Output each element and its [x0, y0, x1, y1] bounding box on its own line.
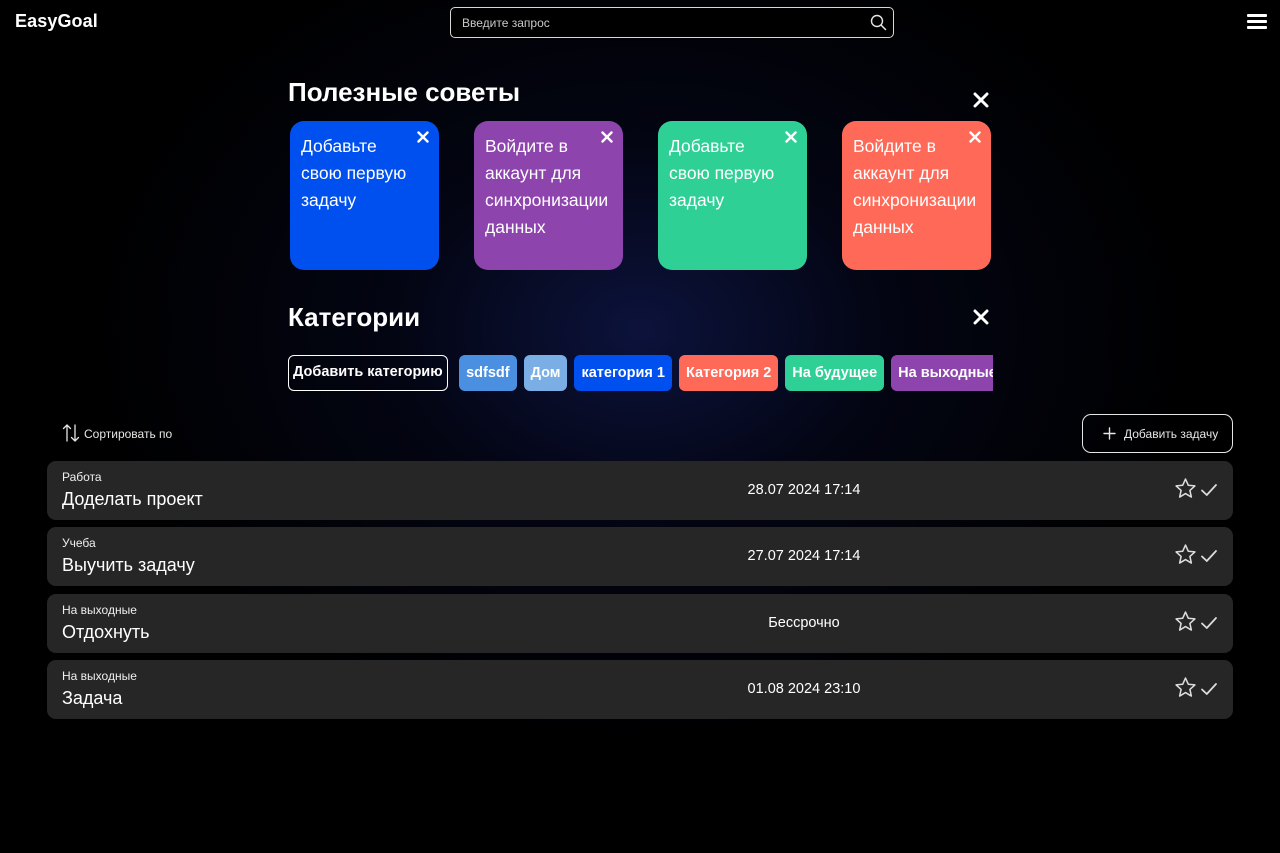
- task-row[interactable]: На выходные Задача 01.08 2024 23:10: [47, 660, 1233, 719]
- search-box[interactable]: [450, 7, 894, 38]
- category-chip[interactable]: sdfsdf: [459, 355, 517, 391]
- task-category: На выходные: [62, 669, 137, 683]
- star-icon[interactable]: [1174, 543, 1197, 566]
- app-logo[interactable]: EasyGoal: [15, 11, 98, 32]
- tip-card-text: Войдите в аккаунт для синхронизации данн…: [485, 136, 609, 237]
- tips-title: Полезные советы: [288, 77, 521, 107]
- task-title: Отдохнуть: [62, 622, 150, 642]
- tip-card-text: Добавьте свою первую задачу: [301, 136, 407, 210]
- task-category: На выходные: [62, 603, 137, 617]
- add-task-label: Добавить задачу: [1124, 427, 1219, 441]
- checkmark-icon[interactable]: [1200, 681, 1218, 697]
- close-icon[interactable]: [973, 92, 989, 108]
- task-date: Бессрочно: [768, 615, 840, 631]
- task-row[interactable]: Учеба Выучить задачу 27.07 2024 17:14: [47, 527, 1233, 586]
- tip-card[interactable]: Добавьте свою первую задачу: [658, 121, 807, 270]
- tip-card-text: Добавьте свою первую задачу: [669, 136, 775, 210]
- close-icon[interactable]: [969, 131, 981, 143]
- top-bar: EasyGoal: [0, 0, 1280, 44]
- plus-icon: [1103, 427, 1116, 440]
- categories-title: Категории: [288, 302, 421, 332]
- add-category-button[interactable]: Добавить категорию: [288, 355, 448, 391]
- checkmark-icon[interactable]: [1200, 548, 1218, 564]
- task-date: 27.07 2024 17:14: [747, 548, 861, 564]
- star-icon[interactable]: [1174, 477, 1197, 500]
- task-title: Выучить задачу: [62, 555, 195, 575]
- category-chips: Добавить категорию sdfsdf Дом категория 1К…: [288, 355, 993, 392]
- task-row[interactable]: Работа Доделать проект 28.07 2024 17:14: [47, 461, 1233, 520]
- tip-card-text: Войдите в аккаунт для синхронизации данн…: [853, 136, 977, 237]
- category-chip[interactable]: Категория 2: [679, 355, 779, 391]
- hamburger-menu-icon[interactable]: [1247, 14, 1267, 30]
- task-category: Работа: [62, 470, 102, 484]
- category-chip[interactable]: категория 1: [574, 355, 672, 391]
- sort-label: Сортировать по: [84, 427, 173, 441]
- search-icon[interactable]: [870, 14, 887, 31]
- category-chip[interactable]: На выходные: [891, 355, 993, 391]
- sort-arrows-icon: [62, 424, 80, 442]
- star-icon[interactable]: [1174, 676, 1197, 699]
- close-icon[interactable]: [601, 131, 613, 143]
- task-category: Учеба: [62, 536, 96, 550]
- tip-card[interactable]: Войдите в аккаунт для синхронизации данн…: [474, 121, 623, 270]
- close-icon[interactable]: [785, 131, 797, 143]
- task-row[interactable]: На выходные Отдохнуть Бессрочно: [47, 594, 1233, 653]
- category-chip[interactable]: Дом: [523, 355, 568, 391]
- close-icon[interactable]: [417, 131, 429, 143]
- task-title: Доделать проект: [62, 489, 203, 509]
- category-chip[interactable]: На будущее: [785, 355, 885, 391]
- checkmark-icon[interactable]: [1200, 615, 1218, 631]
- close-icon[interactable]: [973, 309, 989, 325]
- task-title: Задача: [62, 688, 123, 708]
- add-task-button[interactable]: Добавить задачу: [1082, 414, 1233, 453]
- tip-card[interactable]: Добавьте свою первую задачу: [290, 121, 439, 270]
- checkmark-icon[interactable]: [1200, 482, 1218, 498]
- tip-card[interactable]: Войдите в аккаунт для синхронизации данн…: [842, 121, 991, 270]
- star-icon[interactable]: [1174, 610, 1197, 633]
- task-date: 28.07 2024 17:14: [747, 482, 861, 498]
- search-input[interactable]: [462, 14, 862, 32]
- task-date: 01.08 2024 23:10: [747, 681, 861, 697]
